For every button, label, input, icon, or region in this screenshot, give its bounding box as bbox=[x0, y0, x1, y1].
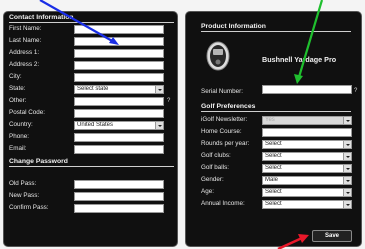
confirm-pass-field[interactable] bbox=[74, 204, 164, 213]
rounds-label: Rounds per year: bbox=[201, 140, 250, 147]
chevron-down-icon bbox=[343, 177, 351, 184]
newsletter-select-value: Yes bbox=[265, 117, 275, 123]
address1-field[interactable] bbox=[74, 49, 164, 58]
rangefinder-device-icon bbox=[206, 41, 230, 71]
serial-number-field[interactable] bbox=[262, 85, 352, 94]
address2-label: Address 2: bbox=[9, 61, 40, 68]
postal-code-field[interactable] bbox=[74, 109, 164, 118]
new-pass-field[interactable] bbox=[74, 192, 164, 201]
other-field[interactable] bbox=[74, 97, 164, 106]
golf-clubs-select-value: Select bbox=[265, 153, 282, 159]
country-label: Country: bbox=[9, 121, 33, 128]
gender-select[interactable]: Male bbox=[262, 176, 352, 185]
other-label: Other: bbox=[9, 97, 27, 104]
state-label: State: bbox=[9, 85, 26, 92]
contact-heading: Contact Information bbox=[9, 14, 174, 23]
city-label: City: bbox=[9, 73, 22, 80]
newsletter-select[interactable]: Yes bbox=[262, 116, 352, 125]
country-select[interactable]: United States bbox=[74, 121, 164, 130]
gender-select-value: Male bbox=[265, 177, 279, 183]
city-field[interactable] bbox=[74, 73, 164, 82]
address1-label: Address 1: bbox=[9, 49, 40, 56]
first-name-field[interactable] bbox=[74, 25, 164, 34]
rounds-select[interactable]: Select bbox=[262, 140, 352, 149]
old-pass-label: Old Pass: bbox=[9, 180, 37, 187]
product-heading: Product Information bbox=[201, 23, 351, 32]
income-select[interactable]: Select bbox=[262, 200, 352, 209]
new-pass-label: New Pass: bbox=[9, 192, 40, 199]
serial-help-icon[interactable]: ? bbox=[354, 87, 357, 96]
postal-code-label: Postal Code: bbox=[9, 109, 46, 116]
email-field[interactable] bbox=[74, 145, 164, 154]
state-select-value: Select state bbox=[77, 86, 109, 92]
product-name: Bushnell Yardage Pro bbox=[262, 55, 337, 64]
other-help-icon[interactable]: ? bbox=[167, 97, 170, 106]
chevron-down-icon bbox=[343, 141, 351, 148]
old-pass-field[interactable] bbox=[74, 180, 164, 189]
income-label: Annual Income: bbox=[201, 200, 245, 207]
golf-clubs-label: Golf clubs: bbox=[201, 152, 231, 159]
income-select-value: Select bbox=[265, 201, 282, 207]
chevron-down-icon bbox=[343, 201, 351, 208]
chevron-down-icon bbox=[343, 189, 351, 196]
chevron-down-icon bbox=[343, 165, 351, 172]
age-select-value: Select bbox=[265, 189, 282, 195]
phone-field[interactable] bbox=[74, 133, 164, 142]
country-select-value: United States bbox=[77, 122, 114, 128]
age-select[interactable]: Select bbox=[262, 188, 352, 197]
golf-balls-select[interactable]: Select bbox=[262, 164, 352, 173]
contact-panel: Contact Information First Name: Last Nam… bbox=[3, 11, 178, 247]
phone-label: Phone: bbox=[9, 133, 29, 140]
age-label: Age: bbox=[201, 188, 214, 195]
gender-label: Gender: bbox=[201, 176, 224, 183]
golf-balls-select-value: Select bbox=[265, 165, 282, 171]
password-heading: Change Password bbox=[9, 158, 174, 167]
chevron-down-icon bbox=[343, 153, 351, 160]
chevron-down-icon bbox=[343, 117, 351, 124]
save-button[interactable]: Save bbox=[312, 230, 352, 242]
home-course-field[interactable] bbox=[262, 128, 352, 137]
email-label: Email: bbox=[9, 145, 27, 152]
chevron-down-icon bbox=[155, 122, 163, 129]
last-name-label: Last Name: bbox=[9, 37, 42, 44]
golf-balls-label: Golf balls: bbox=[201, 164, 229, 171]
address2-field[interactable] bbox=[74, 61, 164, 70]
newsletter-label: iGolf Newsletter: bbox=[201, 116, 248, 123]
home-course-label: Home Course: bbox=[201, 128, 242, 135]
rounds-select-value: Select bbox=[265, 141, 282, 147]
state-select[interactable]: Select state bbox=[74, 85, 164, 94]
chevron-down-icon bbox=[155, 86, 163, 93]
golf-heading: Golf Preferences bbox=[201, 103, 351, 112]
last-name-field[interactable] bbox=[74, 37, 164, 46]
confirm-pass-label: Confirm Pass: bbox=[9, 204, 49, 211]
first-name-label: First Name: bbox=[9, 25, 42, 32]
product-panel: Product Information Bushnell Yardage Pro… bbox=[185, 11, 362, 247]
golf-clubs-select[interactable]: Select bbox=[262, 152, 352, 161]
serial-number-label: Serial Number: bbox=[201, 88, 243, 95]
